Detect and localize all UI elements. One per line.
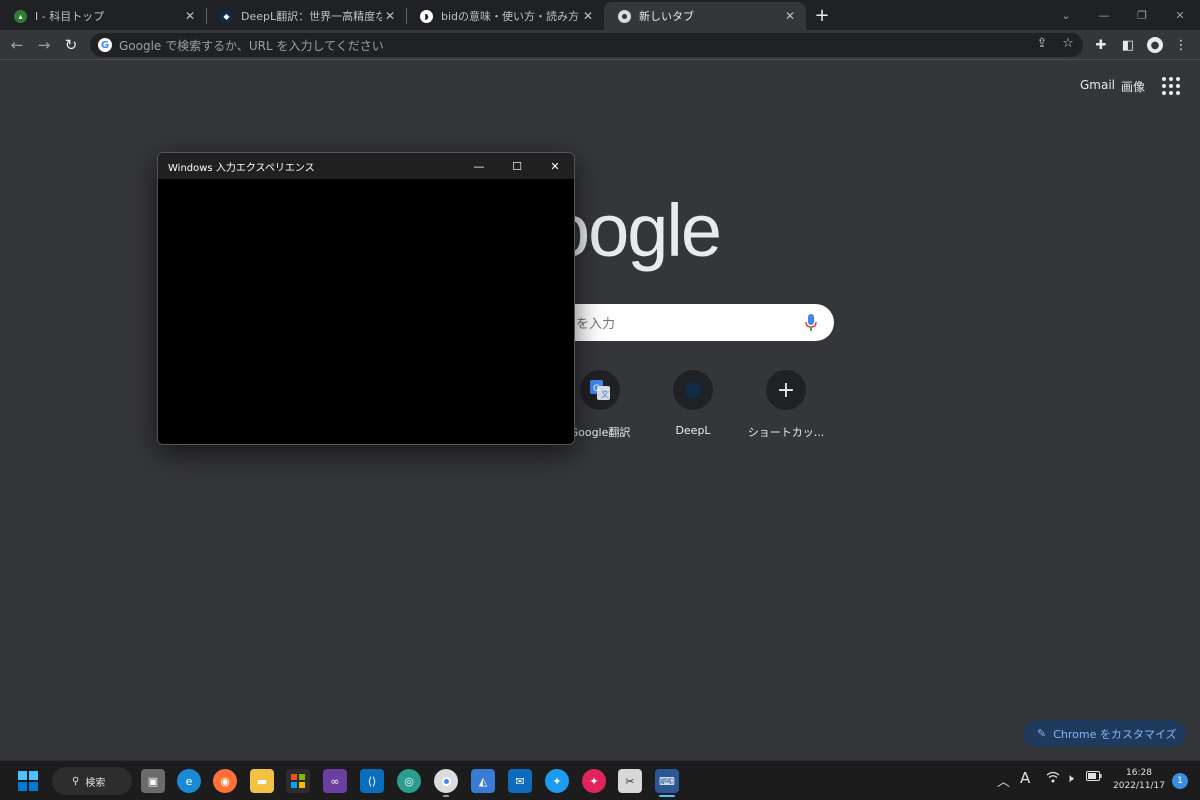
gmail-link[interactable]: Gmail: [1080, 78, 1115, 92]
tab-label: I - 科目トップ: [35, 10, 105, 23]
restore-icon[interactable]: ❐: [1123, 0, 1161, 30]
ime-indicator[interactable]: A: [1020, 769, 1030, 787]
twitter-red-icon[interactable]: ✦: [582, 769, 606, 793]
globe-icon[interactable]: ◎: [397, 769, 421, 793]
active-indicator: [659, 795, 675, 797]
vscode-icon[interactable]: ⟨⟩: [360, 769, 384, 793]
close-icon[interactable]: ✕: [182, 8, 198, 24]
shortcut-label: DeepL: [675, 424, 711, 437]
deepl-icon: [673, 370, 713, 410]
search-icon: ⚲: [72, 775, 80, 787]
clock[interactable]: 16:28 2022/11/17: [1112, 767, 1166, 793]
wifi-icon[interactable]: [1046, 771, 1060, 786]
forward-arrow-icon[interactable]: →: [33, 34, 55, 56]
edge-icon[interactable]: e: [177, 769, 201, 793]
eijiro-icon: ◗: [420, 9, 433, 23]
shortcut-add[interactable]: + ショートカッ...: [736, 370, 836, 440]
tab-label: DeepL翻訳：世界一高精度な翻訳: [241, 10, 382, 23]
taskbar-search-label: 検索: [85, 777, 106, 789]
leaf-icon: ▴: [14, 9, 27, 23]
tab-kamoku[interactable]: ▴ I - 科目トップ ✕: [0, 2, 206, 30]
running-indicator: [443, 795, 449, 797]
microphone-icon[interactable]: [796, 308, 826, 338]
share-icon[interactable]: ⇪: [1032, 33, 1052, 53]
file-explorer-icon[interactable]: ▬: [250, 769, 274, 793]
google-translate-icon: G 文: [580, 370, 620, 410]
chrome-icon[interactable]: [434, 769, 458, 793]
search-placeholder: を入力: [576, 317, 616, 332]
close-icon[interactable]: ✕: [580, 8, 596, 24]
images-link[interactable]: 画像: [1121, 78, 1145, 95]
minimize-icon[interactable]: —: [460, 153, 498, 179]
close-icon[interactable]: ✕: [782, 8, 798, 24]
tab-newtab[interactable]: 新しいタブ ✕: [604, 2, 806, 30]
google-icon: G: [98, 38, 112, 52]
close-window-icon[interactable]: ✕: [1161, 0, 1199, 30]
popup-content: [158, 179, 574, 444]
visual-studio-icon[interactable]: ∞: [323, 769, 347, 793]
customize-chrome-button[interactable]: ✎ Chrome をカスタマイズ: [1023, 720, 1186, 747]
taskbar-search[interactable]: ⚲ 検索: [52, 767, 132, 795]
star-icon[interactable]: ☆: [1058, 33, 1078, 53]
windows-input-experience-window[interactable]: Windows 入力エクスペリエンス — ☐ ✕: [157, 152, 575, 445]
keyboard-app-icon[interactable]: ⌨: [655, 769, 679, 793]
shortcut-label: ショートカッ...: [747, 426, 825, 439]
chrome-icon: [618, 9, 631, 23]
new-tab-button[interactable]: +: [812, 5, 832, 26]
tab-label: bidの意味・使い方・読み方 | 英辞郎: [441, 10, 580, 23]
close-icon[interactable]: ✕: [382, 8, 398, 24]
firefox-icon[interactable]: ◉: [213, 769, 237, 793]
popup-title: Windows 入力エクスペリエンス: [168, 162, 315, 174]
pencil-icon: ✎: [1037, 727, 1047, 740]
twitter-icon[interactable]: ✦: [545, 769, 569, 793]
clock-date: 2022/11/17: [1113, 781, 1165, 791]
tab-deepl[interactable]: ◆ DeepL翻訳：世界一高精度な翻訳 ✕: [206, 2, 406, 30]
tab-search-chevron-icon[interactable]: ⌄: [1047, 0, 1085, 30]
shortcut-deepl[interactable]: DeepL: [643, 370, 743, 437]
plus-icon: +: [766, 370, 806, 410]
profile-icon[interactable]: ●: [1144, 34, 1166, 56]
chevron-up-icon[interactable]: ︿: [997, 771, 1010, 790]
windows-start-icon[interactable]: [16, 769, 40, 793]
maximize-icon[interactable]: ☐: [498, 153, 536, 179]
back-arrow-icon[interactable]: ←: [6, 34, 28, 56]
snipping-tool-icon[interactable]: ✂: [618, 769, 642, 793]
reload-icon[interactable]: ↻: [60, 34, 82, 56]
battery-icon[interactable]: [1086, 771, 1102, 784]
side-panel-icon[interactable]: ◧: [1117, 34, 1139, 56]
svg-text:文: 文: [601, 389, 609, 399]
menu-icon[interactable]: ⋮: [1170, 34, 1192, 56]
task-view-icon[interactable]: ▣: [141, 769, 165, 793]
notification-badge[interactable]: 1: [1172, 773, 1188, 789]
customize-label: Chrome をカスタマイズ: [1053, 727, 1177, 741]
clock-time: 16:28: [1126, 768, 1152, 778]
apps-grid-icon[interactable]: [1162, 77, 1180, 95]
tab-strip: ▴ I - 科目トップ ✕ ◆ DeepL翻訳：世界一高精度な翻訳 ✕ ◗ bi…: [0, 0, 1200, 30]
tab-label: 新しいタブ: [639, 10, 694, 23]
address-bar[interactable]: G Google で検索するか、URL を入力してください: [90, 33, 1083, 57]
deepl-icon: ◆: [220, 9, 233, 23]
svg-text:G: G: [593, 384, 600, 394]
minimize-icon[interactable]: —: [1085, 0, 1123, 30]
extensions-icon[interactable]: ✚: [1090, 34, 1112, 56]
address-bar-placeholder: Google で検索するか、URL を入力してください: [119, 38, 384, 53]
close-icon[interactable]: ✕: [536, 153, 574, 179]
mail-icon[interactable]: ✉: [508, 769, 532, 793]
microsoft-store-icon[interactable]: [286, 769, 310, 793]
volume-muted-icon[interactable]: 🕨: [1066, 771, 1074, 786]
popup-titlebar[interactable]: Windows 入力エクスペリエンス — ☐ ✕: [158, 153, 574, 179]
tab-eijiro[interactable]: ◗ bidの意味・使い方・読み方 | 英辞郎 ✕: [406, 2, 604, 30]
taskbar: ⚲ 検索 ▣ e ◉ ▬ ∞ ⟨⟩ ◎ ◭ ✉ ✦ ✦ ✂ ⌨ ︿ A 🕨 16…: [0, 760, 1200, 800]
photos-icon[interactable]: ◭: [471, 769, 495, 793]
browser-toolbar: ← → ↻ G Google で検索するか、URL を入力してください ⇪ ☆ …: [0, 30, 1200, 60]
